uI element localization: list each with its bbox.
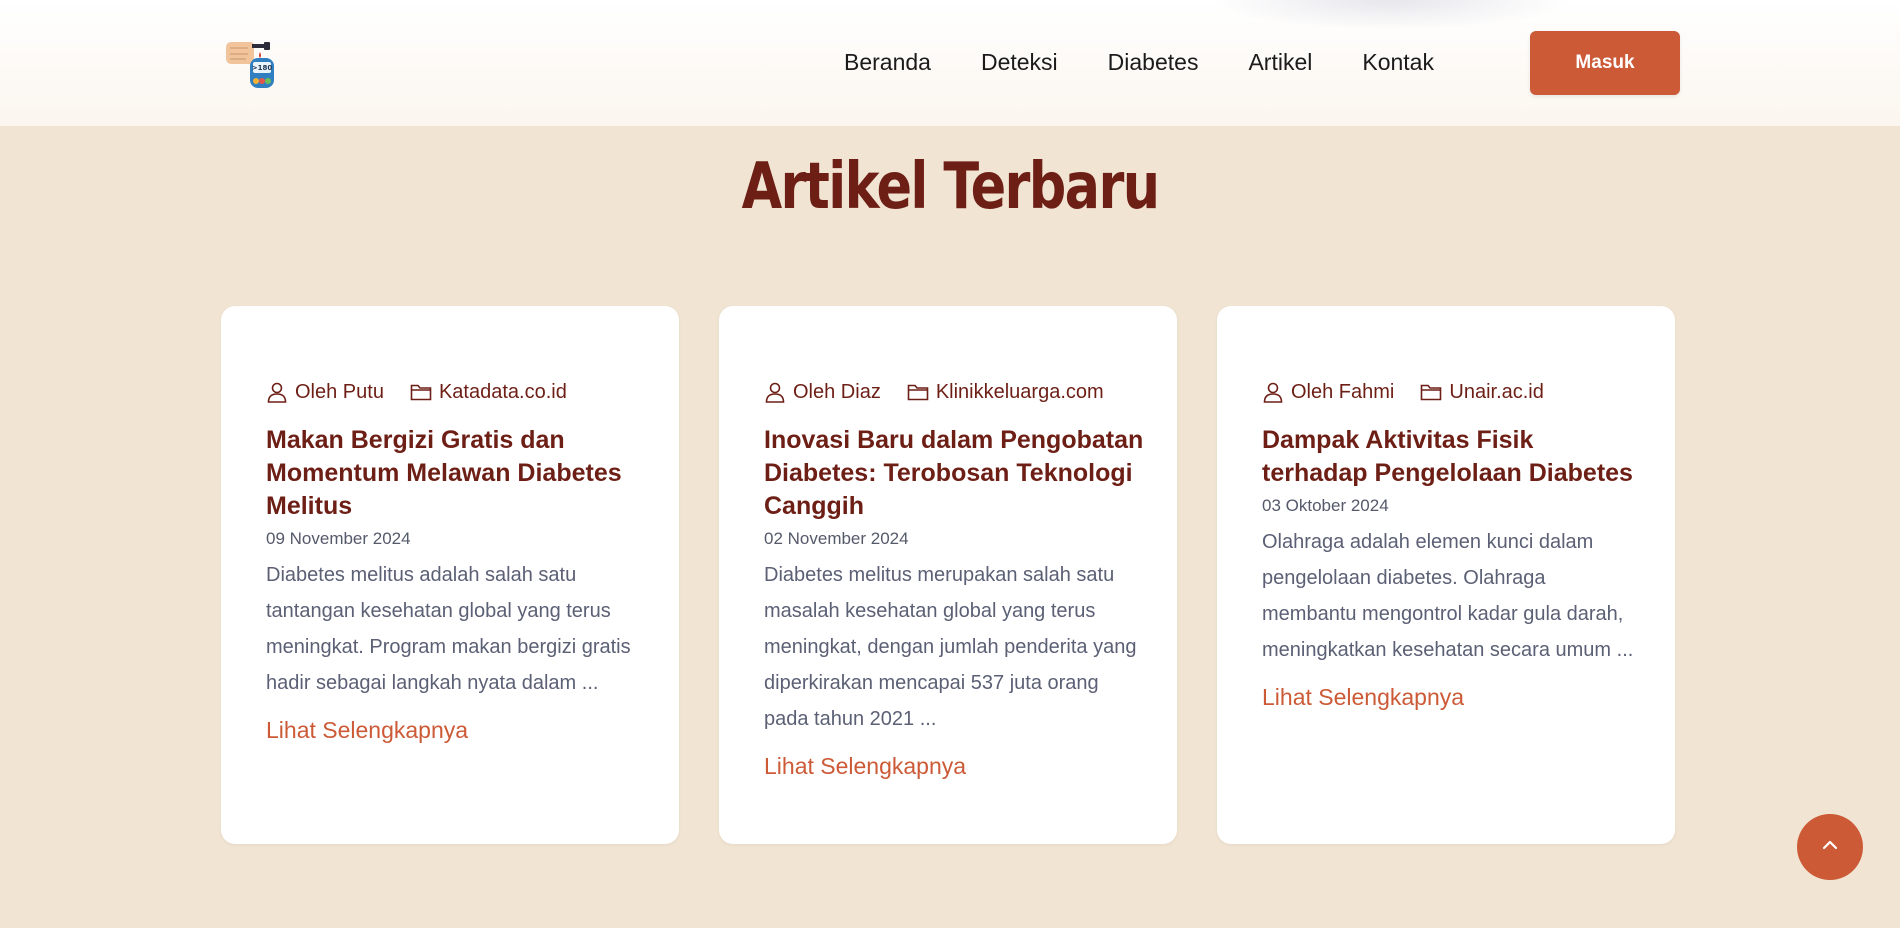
read-more-link[interactable]: Lihat Selengkapnya bbox=[266, 717, 646, 744]
nav-item-artikel[interactable]: Artikel bbox=[1248, 48, 1312, 76]
author-name: Oleh Fahmi bbox=[1291, 380, 1395, 403]
article-meta: Oleh Diaz Klinikkeluarga.com bbox=[764, 372, 1144, 412]
article-meta: Oleh Putu Katadata.co.id bbox=[266, 372, 646, 412]
scroll-to-top-button[interactable] bbox=[1797, 814, 1863, 880]
nav-item-beranda[interactable]: Beranda bbox=[844, 48, 931, 76]
read-more-link[interactable]: Lihat Selengkapnya bbox=[764, 753, 1144, 780]
chevron-up-icon bbox=[1818, 833, 1842, 861]
article-date: 09 November 2024 bbox=[266, 529, 411, 548]
article-source: Unair.ac.id bbox=[1420, 381, 1544, 404]
article-card: Oleh Fahmi Unair.ac.id Dampak Aktivitas … bbox=[1217, 306, 1675, 844]
source-name: Katadata.co.id bbox=[438, 380, 567, 403]
user-icon bbox=[266, 381, 288, 403]
folder-icon bbox=[907, 381, 929, 403]
article-card: Oleh Diaz Klinikkeluarga.com Inovasi Bar… bbox=[719, 306, 1177, 844]
author-name: Oleh Putu bbox=[295, 380, 384, 403]
section-title: Artikel Terbaru bbox=[741, 150, 1160, 224]
article-date: 02 November 2024 bbox=[764, 529, 909, 548]
article-author: Oleh Diaz bbox=[764, 381, 881, 404]
nav-item-kontak[interactable]: Kontak bbox=[1362, 48, 1434, 76]
article-title[interactable]: Inovasi Baru dalam Pengobatan Diabetes: … bbox=[764, 424, 1144, 523]
nav-item-diabetes[interactable]: Diabetes bbox=[1108, 48, 1199, 76]
article-title[interactable]: Dampak Aktivitas Fisik terhadap Pengelol… bbox=[1262, 424, 1642, 490]
article-author: Oleh Fahmi bbox=[1262, 381, 1394, 404]
folder-icon bbox=[1420, 381, 1442, 403]
user-icon bbox=[764, 381, 786, 403]
article-date: 03 Oktober 2024 bbox=[1262, 496, 1389, 515]
svg-text:>180: >180 bbox=[252, 64, 273, 72]
article-source: Klinikkeluarga.com bbox=[907, 381, 1104, 404]
folder-icon bbox=[410, 381, 432, 403]
article-title[interactable]: Makan Bergizi Gratis dan Momentum Melawa… bbox=[266, 424, 646, 523]
read-more-link[interactable]: Lihat Selengkapnya bbox=[1262, 684, 1642, 711]
article-author: Oleh Putu bbox=[266, 381, 384, 404]
article-source: Katadata.co.id bbox=[410, 381, 567, 404]
nav-item-deteksi[interactable]: Deteksi bbox=[981, 48, 1058, 76]
article-excerpt: Diabetes melitus merupakan salah satu ma… bbox=[764, 564, 1137, 730]
article-excerpt: Diabetes melitus adalah salah satu tanta… bbox=[266, 564, 631, 694]
header-glow bbox=[1210, 0, 1570, 30]
glucose-meter-logo-icon[interactable]: >180 bbox=[224, 36, 276, 90]
source-name: Unair.ac.id bbox=[1449, 380, 1544, 403]
author-name: Oleh Diaz bbox=[793, 380, 881, 403]
article-excerpt: Olahraga adalah elemen kunci dalam penge… bbox=[1262, 531, 1634, 661]
article-meta: Oleh Fahmi Unair.ac.id bbox=[1262, 372, 1642, 412]
site-header: >180 Beranda Deteksi Diabetes Artikel Ko… bbox=[0, 0, 1900, 126]
article-card: Oleh Putu Katadata.co.id Makan Bergizi G… bbox=[221, 306, 679, 844]
login-button[interactable]: Masuk bbox=[1530, 31, 1680, 95]
user-icon bbox=[1262, 381, 1284, 403]
source-name: Klinikkeluarga.com bbox=[935, 380, 1104, 403]
main-navigation: Beranda Deteksi Diabetes Artikel Kontak bbox=[844, 48, 1484, 76]
